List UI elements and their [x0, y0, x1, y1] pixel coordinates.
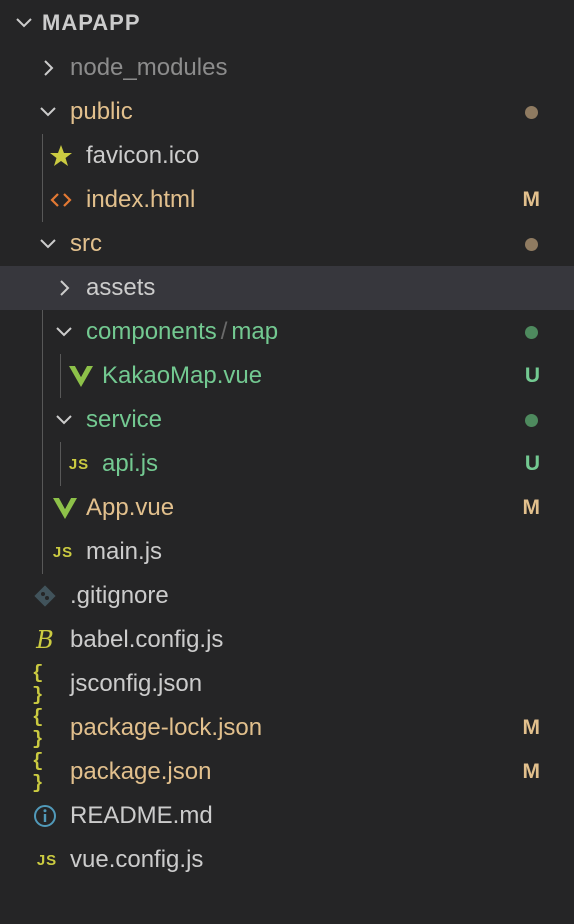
json-icon: { } — [32, 750, 45, 794]
tree-item-label: jsconfig.json — [70, 670, 203, 697]
git-icon — [32, 583, 58, 609]
tree-item-readme[interactable]: README.md — [0, 794, 574, 838]
tree-item-label: package-lock.json — [70, 714, 263, 741]
tree-item-public[interactable]: public — [0, 90, 574, 134]
compact-folder-components[interactable]: components — [86, 318, 217, 345]
tree-item-label: node_modules — [70, 54, 228, 81]
tree-item-src[interactable]: src — [0, 222, 574, 266]
modified-dot — [525, 106, 538, 119]
tree-item-service[interactable]: service — [0, 398, 574, 442]
tree-item-main-js[interactable]: JS main.js — [0, 530, 574, 574]
javascript-icon: JS — [52, 543, 74, 561]
chevron-down-icon — [40, 239, 56, 249]
chevron-down-icon — [40, 107, 56, 117]
section-title: MAPAPP — [42, 10, 141, 35]
git-status-badge: M — [522, 760, 541, 783]
tree-item-package-lock[interactable]: { } package-lock.json M — [0, 706, 574, 750]
chevron-down-icon — [56, 415, 72, 425]
modified-dot — [525, 238, 538, 251]
tree-item-label: KakaoMap.vue — [102, 362, 263, 389]
tree-item-label: main.js — [86, 538, 163, 565]
untracked-dot — [525, 326, 538, 339]
javascript-icon: JS — [68, 455, 90, 473]
compact-folder-map[interactable]: map — [231, 318, 278, 345]
tree-item-label: vue.config.js — [70, 846, 204, 873]
chevron-down-icon — [56, 327, 72, 337]
untracked-dot — [525, 414, 538, 427]
tree-item-assets[interactable]: assets — [0, 266, 574, 310]
tree-item-label: package.json — [70, 758, 212, 785]
tree-item-label: assets — [86, 274, 156, 301]
tree-item-app-vue[interactable]: App.vue M — [0, 486, 574, 530]
git-status-badge: U — [524, 364, 540, 387]
git-status-badge: U — [524, 452, 540, 475]
chevron-right-icon — [60, 280, 70, 296]
vue-icon — [68, 363, 94, 389]
git-status-badge: M — [522, 496, 541, 519]
tree-item-favicon[interactable]: favicon.ico — [0, 134, 574, 178]
json-icon: { } — [32, 662, 45, 706]
tree-item-gitignore[interactable]: .gitignore — [0, 574, 574, 618]
tree-item-api-js[interactable]: JS api.js U — [0, 442, 574, 486]
explorer-section-header[interactable]: MAPAPP — [0, 0, 574, 46]
vue-icon — [52, 495, 78, 521]
tree-item-kakaomap-vue[interactable]: KakaoMap.vue U — [0, 354, 574, 398]
html-code-icon — [48, 187, 74, 213]
tree-item-label: .gitignore — [70, 582, 169, 609]
tree-item-label: favicon.ico — [86, 142, 200, 169]
tree-item-label: api.js — [102, 450, 159, 477]
tree-item-label: public — [70, 98, 133, 125]
tree-item-label: babel.config.js — [70, 626, 224, 653]
compact-folder-separator: / — [220, 318, 228, 345]
tree-item-label: App.vue — [86, 494, 175, 521]
babel-icon: B — [36, 626, 54, 654]
tree-item-label: README.md — [70, 802, 213, 829]
tree-item-label: components / map — [86, 318, 278, 346]
git-status-badge: M — [522, 716, 541, 739]
info-icon — [32, 803, 58, 829]
tree-item-index-html[interactable]: index.html M — [0, 178, 574, 222]
file-explorer: MAPAPP node_modules public favicon.ico i… — [0, 0, 574, 924]
star-icon — [48, 143, 74, 169]
chevron-down-icon — [16, 18, 32, 28]
tree-item-label: service — [86, 406, 163, 433]
tree-item-jsconfig[interactable]: { } jsconfig.json — [0, 662, 574, 706]
tree-item-vue-config[interactable]: JS vue.config.js — [0, 838, 574, 882]
tree-item-babel-config[interactable]: B babel.config.js — [0, 618, 574, 662]
git-status-badge: M — [522, 188, 541, 211]
tree-item-components-map[interactable]: components / map — [0, 310, 574, 354]
tree-item-package-json[interactable]: { } package.json M — [0, 750, 574, 794]
chevron-right-icon — [44, 60, 54, 76]
json-icon: { } — [32, 706, 45, 750]
tree-item-node-modules[interactable]: node_modules — [0, 46, 574, 90]
tree-item-label: src — [70, 230, 102, 257]
tree-item-label: index.html — [86, 186, 196, 213]
javascript-icon: JS — [36, 851, 58, 869]
